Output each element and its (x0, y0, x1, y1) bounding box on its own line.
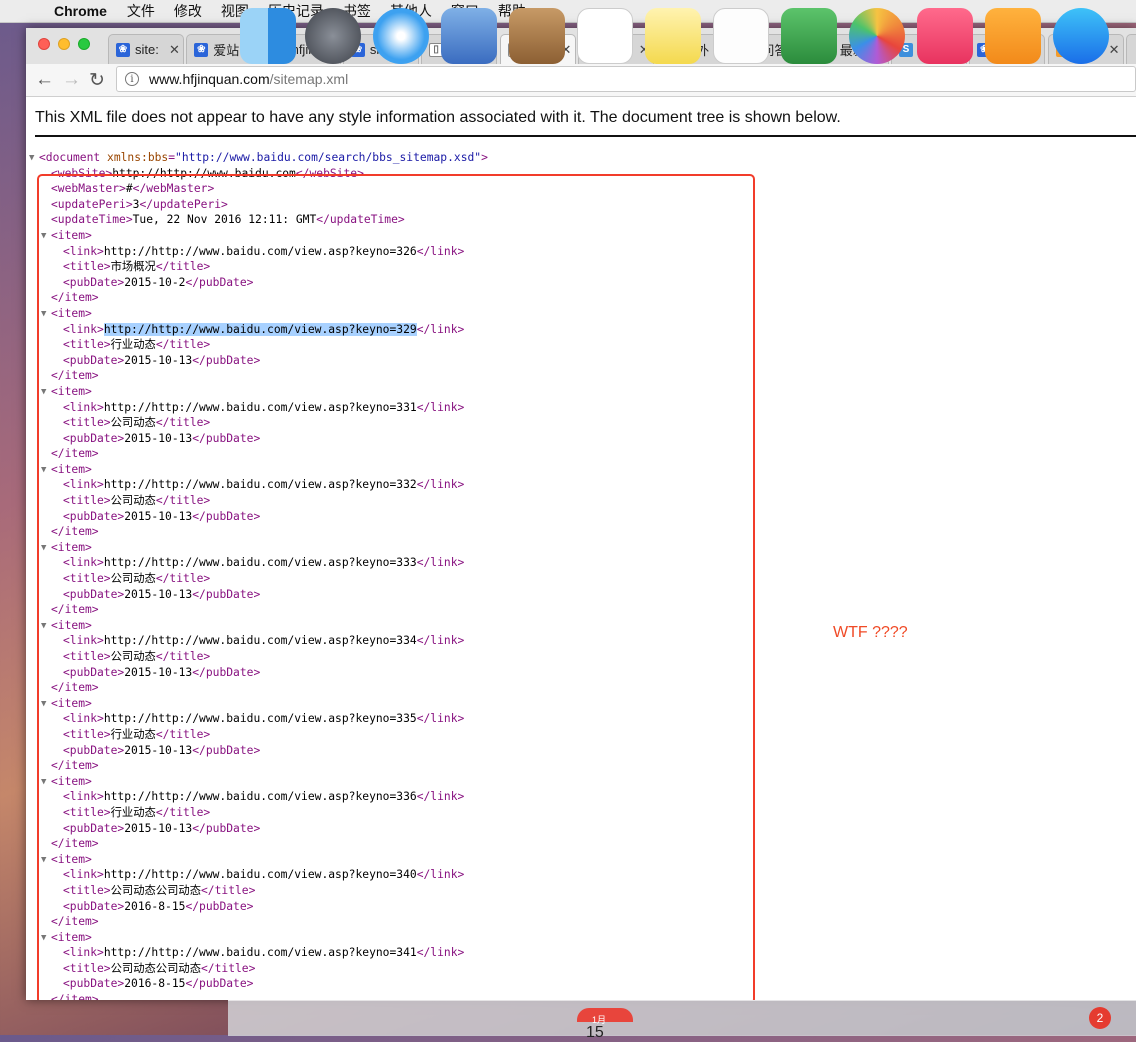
tab-label: 爱站 (213, 43, 240, 58)
xml-style-notice: This XML file does not appear to have an… (35, 109, 841, 126)
baidu-paw-icon: ❀ (116, 42, 130, 57)
address-path: /sitemap.xml (269, 71, 349, 87)
close-window-button[interactable] (38, 38, 50, 50)
root-attr-name: xmlns:bbs (107, 151, 169, 164)
contacts-icon[interactable] (509, 8, 565, 64)
baidu-paw-icon: ❀ (194, 42, 209, 57)
calendar-icon[interactable] (577, 8, 633, 64)
ibooks-icon[interactable] (985, 8, 1041, 64)
red-highlight-box (37, 174, 755, 1000)
finder-icon[interactable] (240, 8, 296, 64)
back-arrow-icon[interactable]: ← (35, 69, 54, 91)
reload-icon[interactable]: ↻ (89, 69, 105, 92)
menu-edit[interactable]: 修改 (174, 1, 202, 21)
menu-file[interactable]: 文件 (127, 1, 155, 21)
calendar-day: 15 (586, 1024, 604, 1041)
app-store-badge: 2 (1089, 1007, 1111, 1029)
launchpad-icon[interactable] (305, 8, 361, 64)
site-info-icon[interactable]: i (125, 72, 139, 86)
music-icon[interactable] (917, 8, 973, 64)
numbers-icon[interactable] (781, 8, 837, 64)
dock (228, 1000, 1136, 1036)
browser-window: ❀site:✕❀爱站✕■hfjin✕❀site:✕▯合肥✕▯www✕S个人✕S搜… (26, 28, 1136, 1000)
notice-divider (35, 135, 1136, 137)
tab-0[interactable]: ❀ site: ✕ (108, 34, 184, 64)
xml-token: <document (39, 151, 108, 164)
browser-toolbar: ← → ↻ i www.hfjinquan.com/sitemap.xml (26, 64, 1136, 97)
zoom-window-button[interactable] (78, 38, 90, 50)
page-content: This XML file does not appear to have an… (26, 97, 1136, 1000)
reminders-icon[interactable] (713, 8, 769, 64)
safari-icon[interactable] (373, 8, 429, 64)
close-tab-icon[interactable]: ✕ (1109, 42, 1120, 58)
xml-token: > (481, 151, 488, 164)
forward-arrow-icon[interactable]: → (62, 69, 81, 91)
close-tab-icon[interactable]: ✕ (169, 42, 180, 58)
annotation-text: WTF ???? (833, 624, 908, 641)
root-attr-value: "http://www.baidu.com/search/bbs_sitemap… (175, 151, 482, 164)
overflow-tab[interactable] (1125, 34, 1136, 64)
app-store-icon[interactable] (1053, 8, 1109, 64)
minimize-window-button[interactable] (58, 38, 70, 50)
notes-icon[interactable] (645, 8, 701, 64)
photos-icon[interactable] (849, 8, 905, 64)
xml-root-line: ▼ <document xmlns:bbs="http://www.baidu.c… (29, 150, 755, 166)
address-bar[interactable]: i www.hfjinquan.com/sitemap.xml (116, 66, 1136, 92)
menu-app-name[interactable]: Chrome (54, 3, 107, 19)
collapse-toggle-icon[interactable]: ▼ (29, 151, 34, 167)
mail-icon[interactable] (441, 8, 497, 64)
tab-label: site: (135, 42, 159, 57)
address-host: www.hfjinquan.com (149, 71, 270, 87)
